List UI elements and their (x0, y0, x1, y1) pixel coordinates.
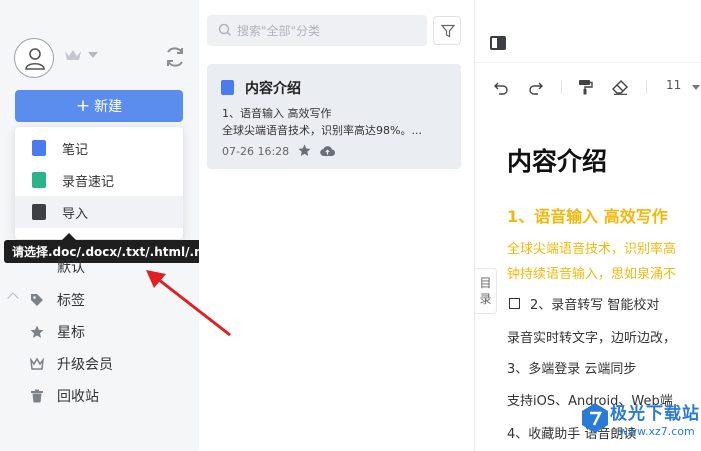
sidebar-item-label: 标签 (57, 293, 85, 309)
document-paragraph[interactable]: 全球尖端语音技术，识别率高 (507, 238, 676, 257)
sidebar-item-label: 星标 (57, 325, 85, 341)
watermark-icon (582, 403, 608, 433)
chevron-down-icon[interactable] (692, 85, 700, 90)
search-box[interactable] (207, 15, 427, 46)
note-title: 内容介绍 (245, 81, 301, 97)
voice-note-icon (32, 172, 46, 188)
note-preview-line: 全球尖端语音技术，识别率高达98%。... (222, 124, 422, 137)
crown-icon[interactable] (64, 48, 82, 62)
menu-item-label: 笔记 (62, 142, 89, 158)
crown-icon (30, 357, 44, 370)
document-paragraph[interactable]: 钟持续语音输入，思如泉涌不 (507, 263, 676, 282)
menu-item-label: 导入 (62, 206, 89, 222)
star-icon[interactable] (298, 144, 311, 157)
tooltip-caret (62, 233, 76, 240)
undo-icon[interactable] (493, 79, 509, 95)
new-button-label: 新建 (94, 99, 123, 115)
font-size-select[interactable]: 11 (666, 78, 681, 92)
note-icon (32, 140, 46, 156)
toolbar-separator (646, 80, 647, 94)
sidebar-item-label: 默认 (57, 260, 85, 276)
document-paragraph[interactable]: 录音实时转文字，边听边改， (507, 327, 676, 346)
watermark-url: www.xz7.com (619, 425, 695, 438)
redo-icon[interactable] (528, 79, 544, 95)
document-title[interactable]: 内容介绍 (507, 142, 607, 178)
user-icon (25, 48, 45, 70)
chevron-down-icon[interactable] (88, 52, 98, 58)
table-of-contents-tab[interactable]: 目 录 (475, 268, 497, 314)
sidebar-item-label: 回收站 (57, 389, 99, 405)
annotation-arrow (146, 270, 231, 337)
sidebar-item-trash[interactable]: 回收站 (0, 381, 199, 411)
star-icon (30, 325, 44, 338)
document-paragraph[interactable]: 2、录音转写 智能校对 (530, 294, 659, 313)
plus-icon: + (75, 95, 91, 116)
note-date: 07-26 16:28 (222, 145, 290, 158)
note-preview-line: 1、语音输入 高效写作 (222, 107, 332, 120)
menu-item-voice-note[interactable]: 录音速记 (15, 164, 183, 196)
avatar[interactable] (14, 38, 54, 78)
checkbox[interactable] (509, 298, 520, 309)
note-card[interactable]: 内容介绍 1、语音输入 高效写作 全球尖端语音技术，识别率高达98%。... 0… (207, 64, 461, 169)
collapse-panel-icon[interactable] (488, 33, 508, 53)
filter-button[interactable] (433, 16, 461, 45)
format-painter-icon[interactable] (577, 79, 593, 95)
filter-icon (441, 24, 455, 38)
tag-icon (31, 294, 43, 306)
sidebar-item-upgrade[interactable]: 升级会员 (0, 349, 199, 379)
new-button[interactable]: + 新建 (15, 90, 183, 122)
watermark-logo: 极光下载站 www.xz7.com (580, 395, 701, 451)
toolbar-separator (561, 80, 562, 94)
search-icon (218, 23, 232, 37)
document-icon (221, 80, 234, 95)
document-paragraph[interactable]: 3、多端登录 云端同步 (507, 358, 636, 377)
toc-label-char: 录 (479, 292, 492, 306)
document-heading[interactable]: 1、语音输入 高效写作 (507, 203, 668, 227)
sidebar-item-label: 升级会员 (57, 357, 113, 373)
menu-item-note[interactable]: 笔记 (15, 132, 183, 164)
import-icon (32, 204, 46, 220)
toolbar-divider (475, 62, 701, 63)
menu-item-import[interactable]: 导入 (15, 196, 183, 228)
menu-item-label: 录音速记 (62, 174, 115, 190)
search-input[interactable] (237, 15, 422, 46)
eraser-icon[interactable] (612, 79, 628, 95)
new-menu: 笔记 录音速记 导入 (15, 127, 183, 239)
sync-icon[interactable] (162, 44, 188, 70)
trash-icon (31, 389, 43, 403)
watermark-text: 极光下载站 (610, 404, 700, 424)
cloud-upload-icon (320, 146, 335, 157)
toc-label-char: 目 (479, 276, 492, 290)
